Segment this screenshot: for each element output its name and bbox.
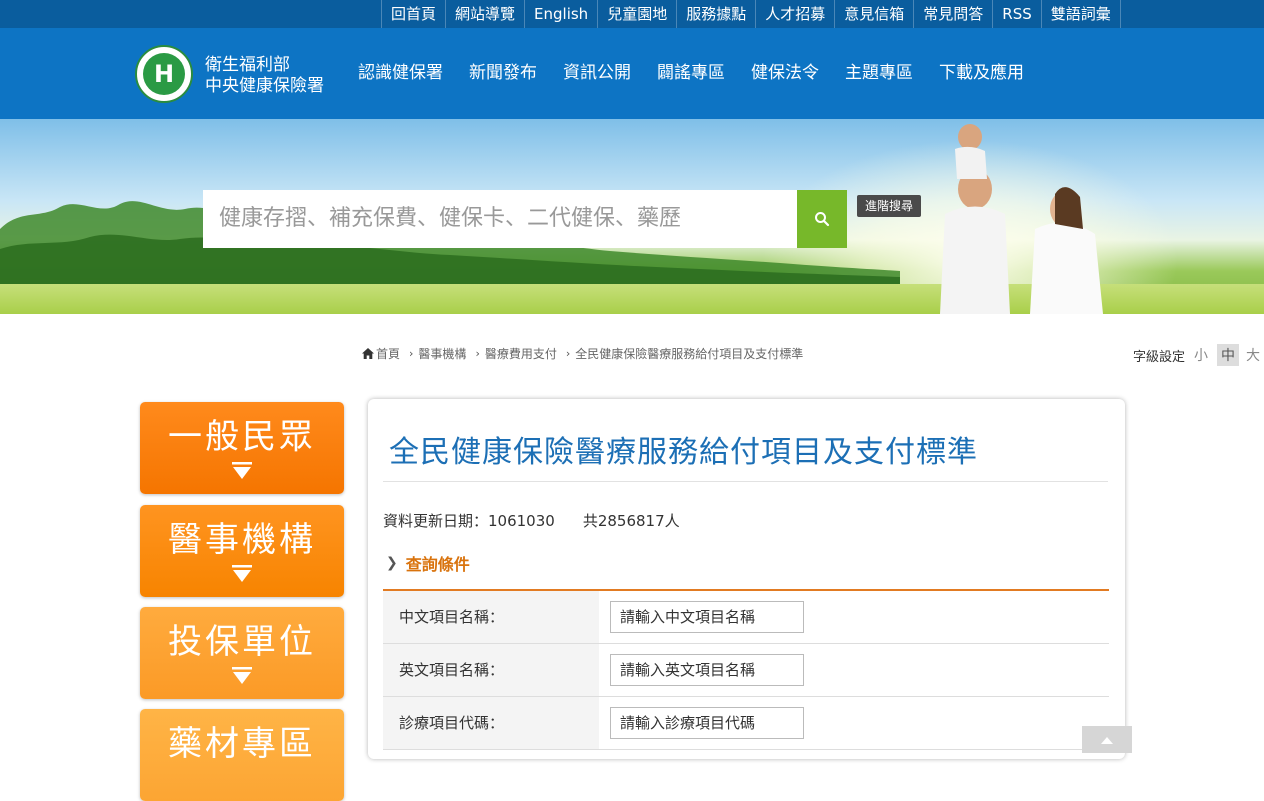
sidebar-item-label: 藥材專區	[168, 724, 316, 764]
breadcrumb-current: 全民健康保險醫療服務給付項目及支付標準	[575, 347, 804, 361]
site-search-input[interactable]: 健康存摺、補充保費、健保卡、二代健保、藥歷	[203, 190, 797, 248]
chevron-right-icon: ❯	[386, 555, 398, 571]
utility-link-rss[interactable]: RSS	[993, 0, 1042, 28]
font-size-small[interactable]: 小	[1190, 344, 1212, 366]
nav-news[interactable]: 新聞發布	[456, 28, 550, 119]
field-label: 診療項目代碼：	[383, 697, 599, 749]
chevron-right-icon: ›	[409, 347, 414, 360]
page-title: 全民健康保險醫療服務給付項目及支付標準	[389, 435, 978, 470]
sidebar-item-general-public[interactable]: 一般民眾	[140, 402, 344, 494]
sidebar-item-drugs-materials[interactable]: 藥材專區	[140, 709, 344, 801]
sidebar-item-label: 醫事機構	[168, 520, 316, 560]
breadcrumb-home[interactable]: 首頁	[376, 345, 400, 362]
font-size-large[interactable]: 大	[1242, 344, 1264, 366]
breadcrumb-medical-payments[interactable]: 醫療費用支付	[485, 345, 557, 362]
banner-family-illustration	[940, 124, 1103, 314]
query-section-toggle[interactable]: ❯ 查詢條件	[386, 551, 470, 575]
field-label: 英文項目名稱：	[383, 644, 599, 696]
hero-banner: 健康存摺、補充保費、健保卡、二代健保、藥歷 進階搜尋	[0, 119, 1264, 314]
item-code-input[interactable]: 請輸入診療項目代碼	[610, 707, 804, 739]
content-panel: 全民健康保險醫療服務給付項目及支付標準 資料更新日期：1061030 共28568…	[368, 399, 1125, 759]
breadcrumb: 首頁 › 醫事機構 › 醫療費用支付 › 全民健康保險醫療服務給付項目及支付標準	[362, 345, 803, 362]
sidebar-item-label: 投保單位	[168, 622, 316, 662]
chevron-down-icon	[232, 667, 252, 684]
font-size-setting: 字級設定 小 中 大	[1133, 344, 1264, 366]
chinese-name-input[interactable]: 請輸入中文項目名稱	[610, 601, 804, 633]
breadcrumb-medical-institutions[interactable]: 醫事機構	[418, 345, 466, 362]
utility-link-glossary[interactable]: 雙語詞彙	[1042, 0, 1121, 28]
utility-link-feedback[interactable]: 意見信箱	[835, 0, 915, 28]
update-date: 資料更新日期：1061030	[383, 512, 555, 530]
chevron-down-icon	[232, 462, 252, 479]
record-count: 共2856817人	[582, 512, 680, 530]
title-divider	[383, 481, 1108, 482]
chevron-right-icon: ›	[475, 347, 480, 360]
nav-rumor-clarification[interactable]: 闢謠專區	[644, 28, 738, 119]
main-nav: 認識健保署 新聞發布 資訊公開 闢謠專區 健保法令 主題專區 下載及應用	[345, 28, 1037, 119]
logo-mark-icon: H	[153, 60, 175, 88]
field-label: 中文項目名稱：	[383, 591, 599, 643]
utility-links: 回首頁 網站導覽 English 兒童園地 服務據點 人才招募 意見信箱 常見問…	[381, 0, 1121, 28]
query-heading: 查詢條件	[405, 555, 470, 574]
query-row-english-name: 英文項目名稱： 請輸入英文項目名稱	[383, 644, 1109, 697]
nav-about[interactable]: 認識健保署	[345, 28, 456, 119]
utility-link-kids[interactable]: 兒童園地	[598, 0, 678, 28]
utility-link-faq[interactable]: 常見問答	[914, 0, 994, 28]
utility-link-careers[interactable]: 人才招募	[756, 0, 836, 28]
font-size-medium[interactable]: 中	[1217, 344, 1239, 366]
sidebar-item-insured-units[interactable]: 投保單位	[140, 607, 344, 699]
nav-downloads[interactable]: 下載及應用	[926, 28, 1037, 119]
font-size-label: 字級設定	[1133, 349, 1186, 365]
sidebar-item-label: 一般民眾	[168, 417, 316, 457]
utility-link-home[interactable]: 回首頁	[382, 0, 447, 28]
site-header: H 衛生福利部 中央健康保險署 認識健保署 新聞發布 資訊公開 闢謠專區 健保法…	[0, 28, 1264, 119]
sidebar-item-medical-institutions[interactable]: 醫事機構	[140, 505, 344, 597]
utility-link-service-locations[interactable]: 服務據點	[677, 0, 757, 28]
nav-regulations[interactable]: 健保法令	[738, 28, 832, 119]
data-meta: 資料更新日期：1061030 共2856817人	[383, 510, 680, 531]
advanced-search-button[interactable]: 進階搜尋	[857, 195, 922, 217]
utility-link-english[interactable]: English	[525, 0, 599, 28]
nhi-logo[interactable]: H	[135, 45, 193, 103]
nav-open-info[interactable]: 資訊公開	[550, 28, 644, 119]
search-button[interactable]	[797, 190, 847, 248]
back-to-top-button[interactable]	[1082, 726, 1132, 753]
search-icon	[815, 212, 830, 227]
org-name-ministry: 衛生福利部	[205, 55, 290, 75]
chevron-up-icon	[1101, 736, 1113, 744]
logo-emblem: H	[143, 53, 185, 95]
query-row-chinese-name: 中文項目名稱： 請輸入中文項目名稱	[383, 591, 1109, 644]
english-name-input[interactable]: 請輸入英文項目名稱	[610, 654, 804, 686]
utility-link-sitemap[interactable]: 網站導覽	[446, 0, 526, 28]
org-name[interactable]: 衛生福利部 中央健康保險署	[205, 55, 324, 97]
nav-topics[interactable]: 主題專區	[832, 28, 926, 119]
home-icon	[362, 348, 374, 359]
utility-bar: 回首頁 網站導覽 English 兒童園地 服務據點 人才招募 意見信箱 常見問…	[0, 0, 1264, 28]
chevron-down-icon	[232, 565, 252, 582]
query-row-item-code: 診療項目代碼： 請輸入診療項目代碼	[383, 697, 1109, 750]
org-name-agency: 中央健康保險署	[205, 76, 324, 96]
chevron-right-icon: ›	[565, 347, 571, 360]
